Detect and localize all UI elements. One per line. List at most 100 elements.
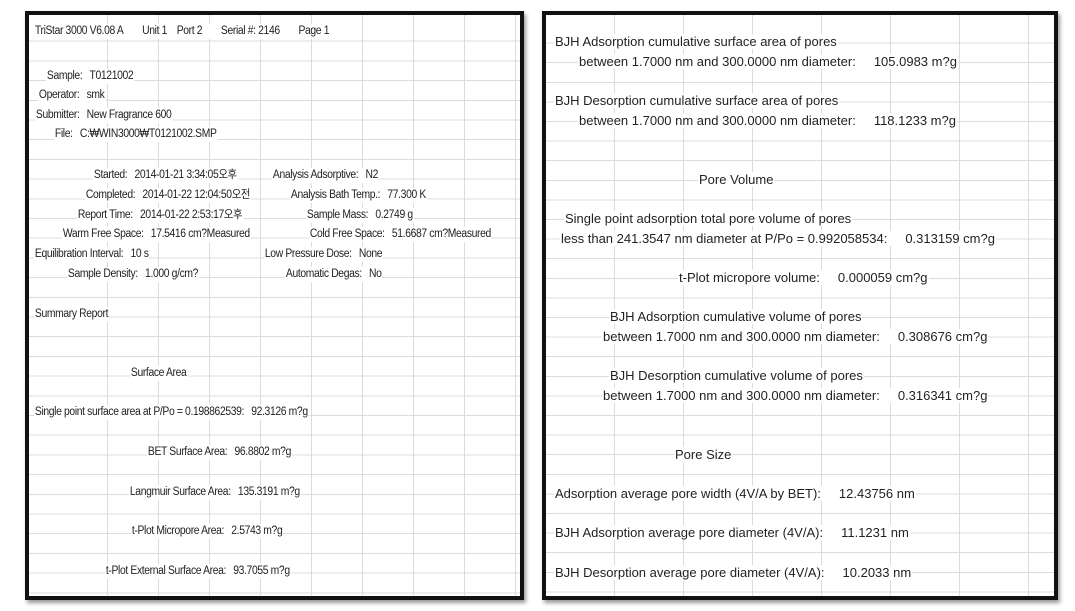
label: t-Plot Micropore Area: — [131, 525, 225, 537]
report-sheet-left: TriStar 3000 V6.08 A Unit 1 Port 2 Seria… — [25, 11, 524, 600]
bjh-ads-avg-diameter-row: BJH Adsorption average pore diameter (4V… — [554, 525, 910, 540]
bjh-des-avg-diameter-row: BJH Desorption average pore diameter (4V… — [554, 565, 913, 580]
value: T0121002 — [89, 70, 134, 82]
label: Sample Mass: — [306, 209, 369, 221]
label: Started: — [93, 169, 128, 181]
adsorptive-row: Analysis Adsorptive: N2 — [272, 168, 379, 183]
value: 105.0983 m?g — [873, 54, 957, 69]
label: Sample: — [46, 70, 83, 82]
report-time-row: Report Time: 2014-01-22 2:53:17오후 — [77, 208, 244, 223]
label: File: — [54, 128, 73, 140]
value: 2014-01-22 12:04:50오전 — [142, 189, 251, 201]
bjh-ads-volume-row: between 1.7000 nm and 300.0000 nm diamet… — [602, 329, 989, 344]
automatic-degas-row: Automatic Degas: No — [285, 267, 383, 282]
value: 92.3126 m?g — [251, 406, 308, 418]
bjh-ads-area-line1: BJH Adsorption cumulative surface area o… — [554, 34, 838, 49]
label: between 1.7000 nm and 300.0000 nm diamet… — [579, 54, 856, 69]
label: Adsorption average pore width (4V/A by B… — [555, 486, 821, 501]
value: N2 — [365, 169, 379, 181]
value: 17.5416 cm?Measured — [150, 228, 250, 240]
label: BET Surface Area: — [147, 446, 228, 458]
report-sheet-right: BJH Adsorption cumulative surface area o… — [542, 11, 1058, 600]
label: between 1.7000 nm and 300.0000 nm diamet… — [579, 113, 856, 128]
cold-free-space-row: Cold Free Space: 51.6687 cm?Measured — [309, 227, 492, 242]
langmuir-surface-area-row: Langmuir Surface Area: 135.3191 m?g — [129, 485, 301, 500]
label: Automatic Degas: — [285, 268, 362, 280]
label: t-Plot External Surface Area: — [105, 565, 227, 577]
equilibration-row: Equilibration Interval: 10 s — [34, 247, 150, 262]
value: 51.6687 cm?Measured — [391, 228, 491, 240]
value: 93.7055 m?g — [233, 565, 290, 577]
completed-row: Completed: 2014-01-22 12:04:50오전 — [85, 188, 251, 203]
label: Completed: — [85, 189, 136, 201]
single-point-volume-line1: Single point adsorption total pore volum… — [564, 211, 853, 226]
value: 0.000059 cm?g — [837, 270, 928, 285]
value: 0.2749 g — [375, 209, 413, 221]
value: 10 s — [130, 248, 149, 260]
value: 12.43756 nm — [838, 486, 915, 501]
label: BJH Adsorption average pore diameter (4V… — [555, 525, 824, 540]
tplot-micropore-volume-row: t-Plot micropore volume: 0.000059 cm?g — [678, 270, 929, 285]
instrument: TriStar 3000 V6.08 A — [34, 25, 124, 37]
value: 0.313159 cm?g — [905, 231, 995, 246]
bjh-ads-volume-line1: BJH Adsorption cumulative volume of pore… — [609, 309, 863, 324]
port: Port 2 — [176, 25, 203, 37]
value: 0.308676 cm?g — [897, 329, 988, 344]
value: No — [369, 268, 382, 280]
submitter-row: Submitter: New Fragrance 600 — [35, 108, 173, 123]
bjh-des-area-line1: BJH Desorption cumulative surface area o… — [554, 93, 840, 108]
label: between 1.7000 nm and 300.0000 nm diamet… — [603, 388, 880, 403]
label: Sample Density: — [67, 268, 138, 280]
value: 2014-01-21 3:34:05오후 — [134, 169, 237, 181]
tplot-external-area-row: t-Plot External Surface Area: 93.7055 m?g — [105, 564, 291, 579]
value: 135.3191 m?g — [237, 486, 300, 498]
value: 0.316341 cm?g — [897, 388, 988, 403]
tplot-micropore-area-row: t-Plot Micropore Area: 2.5743 m?g — [131, 524, 284, 539]
label: Single point surface area at P/Po = 0.19… — [34, 406, 245, 418]
pore-size-heading: Pore Size — [674, 447, 733, 462]
report-header: TriStar 3000 V6.08 A Unit 1 Port 2 Seria… — [34, 24, 331, 39]
serial: Serial #: 2146 — [220, 25, 280, 37]
operator-row: Operator: smk — [38, 88, 106, 103]
label: less than 241.3547 nm diameter at P/Po =… — [561, 231, 888, 246]
value: C:₩WIN3000₩T0121002.SMP — [79, 128, 217, 140]
label: t-Plot micropore volume: — [679, 270, 820, 285]
summary-report-heading: Summary Report — [34, 307, 109, 322]
bath-temp-row: Analysis Bath Temp.: 77.300 K — [290, 188, 427, 203]
sample-mass-row: Sample Mass: 0.2749 g — [306, 208, 414, 223]
value: 1.000 g/cm? — [145, 268, 199, 280]
label: BJH Desorption average pore diameter (4V… — [555, 565, 825, 580]
sample-density-row: Sample Density: 1.000 g/cm? — [67, 267, 199, 282]
bet-surface-area-row: BET Surface Area: 96.8802 m?g — [147, 445, 292, 460]
bjh-ads-area-row: between 1.7000 nm and 300.0000 nm diamet… — [578, 54, 958, 69]
value: 10.2033 nm — [842, 565, 912, 580]
low-pressure-dose-row: Low Pressure Dose: None — [264, 247, 384, 262]
label: Report Time: — [77, 209, 133, 221]
value: 118.1233 m?g — [873, 113, 956, 128]
started-row: Started: 2014-01-21 3:34:05오후 — [93, 168, 238, 183]
value: None — [358, 248, 383, 260]
value: 77.300 K — [387, 189, 426, 201]
label: Equilibration Interval: — [34, 248, 124, 260]
value: 96.8802 m?g — [234, 446, 292, 458]
pore-volume-heading: Pore Volume — [698, 172, 775, 187]
value: smk — [86, 89, 105, 101]
single-point-volume-row: less than 241.3547 nm diameter at P/Po =… — [560, 231, 996, 246]
page-number: Page 1 — [298, 25, 330, 37]
surface-area-heading: Surface Area — [130, 366, 188, 381]
unit: Unit 1 — [142, 25, 168, 37]
label: Langmuir Surface Area: — [129, 486, 231, 498]
label: Low Pressure Dose: — [264, 248, 352, 260]
value: 2014-01-22 2:53:17오후 — [140, 209, 243, 221]
sample-row: Sample: T0121002 — [46, 69, 135, 84]
single-point-surface-area-row: Single point surface area at P/Po = 0.19… — [34, 405, 309, 420]
label: between 1.7000 nm and 300.0000 nm diamet… — [603, 329, 880, 344]
adsorption-avg-width-row: Adsorption average pore width (4V/A by B… — [554, 486, 916, 501]
bjh-des-area-row: between 1.7000 nm and 300.0000 nm diamet… — [578, 113, 957, 128]
value: New Fragrance 600 — [86, 109, 172, 121]
label: Warm Free Space: — [62, 228, 144, 240]
label: Operator: — [38, 89, 80, 101]
warm-free-space-row: Warm Free Space: 17.5416 cm?Measured — [62, 227, 251, 242]
label: Cold Free Space: — [309, 228, 385, 240]
file-row: File: C:₩WIN3000₩T0121002.SMP — [54, 127, 218, 142]
